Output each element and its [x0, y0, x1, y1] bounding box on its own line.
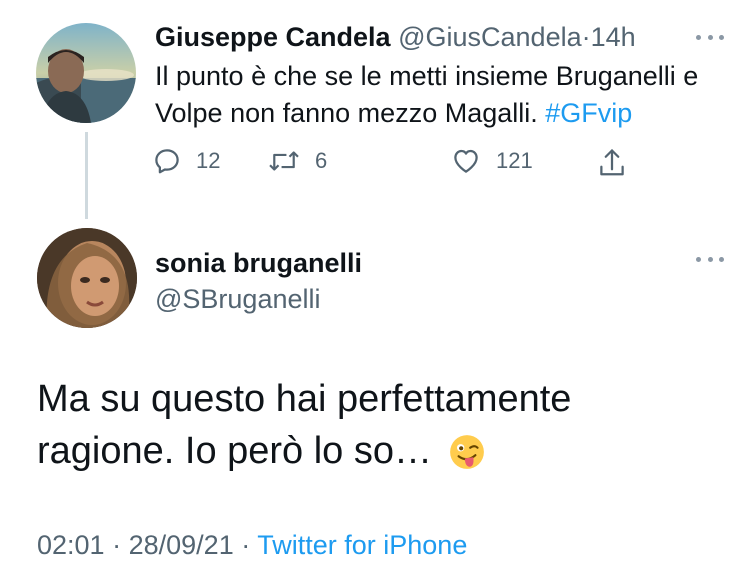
reply-tweet-header: Giuseppe Candela @GiusCandela·14h: [155, 17, 636, 57]
like-count: 121: [496, 148, 533, 173]
share-button[interactable]: [597, 146, 627, 180]
author-handle[interactable]: @GiusCandela: [398, 22, 582, 52]
tweet-meta: 02:01 · 28/09/21 · Twitter for iPhone: [37, 525, 467, 565]
retweet-button[interactable]: 6: [267, 146, 327, 176]
tweet-time[interactable]: 02:01: [37, 530, 105, 560]
reply-button[interactable]: 12: [152, 146, 220, 176]
like-button[interactable]: 121: [450, 146, 533, 176]
separator: ·: [241, 530, 251, 560]
winking-face-with-tongue-icon: [448, 433, 486, 485]
separator: ·: [581, 22, 591, 52]
author-handle[interactable]: @SBruganelli: [155, 281, 321, 317]
tweet-body: Ma su questo hai perfettamente ragione. …: [37, 378, 572, 472]
tweet-source-link[interactable]: Twitter for iPhone: [257, 530, 467, 560]
hashtag-link[interactable]: #GFvip: [545, 98, 632, 128]
author-name[interactable]: sonia bruganelli: [155, 245, 362, 281]
share-icon: [600, 149, 624, 176]
more-horizontal-icon[interactable]: [696, 255, 724, 263]
heart-icon: [454, 149, 478, 173]
reply-icon: [155, 149, 179, 174]
main-tweet-text: Ma su questo hai perfettamente ragione. …: [37, 373, 717, 485]
avatar-sonia-bruganelli[interactable]: [37, 228, 137, 328]
separator: ·: [112, 530, 122, 560]
tweet-date[interactable]: 28/09/21: [129, 530, 234, 560]
retweet-icon: [269, 151, 299, 171]
retweet-count: 6: [315, 148, 328, 173]
tweet-actions: 12 6 121: [152, 146, 652, 186]
thread-line: [85, 132, 88, 219]
reply-count: 12: [196, 148, 221, 173]
more-horizontal-icon[interactable]: [696, 33, 724, 41]
author-name[interactable]: Giuseppe Candela: [155, 22, 391, 52]
avatar-giuseppe-candela[interactable]: [36, 23, 136, 123]
avatar-image: [37, 228, 137, 328]
avatar-image: [36, 23, 136, 123]
tweet-time[interactable]: 14h: [591, 22, 636, 52]
reply-tweet-text: Il punto è che se le metti insieme Bruga…: [155, 58, 715, 132]
